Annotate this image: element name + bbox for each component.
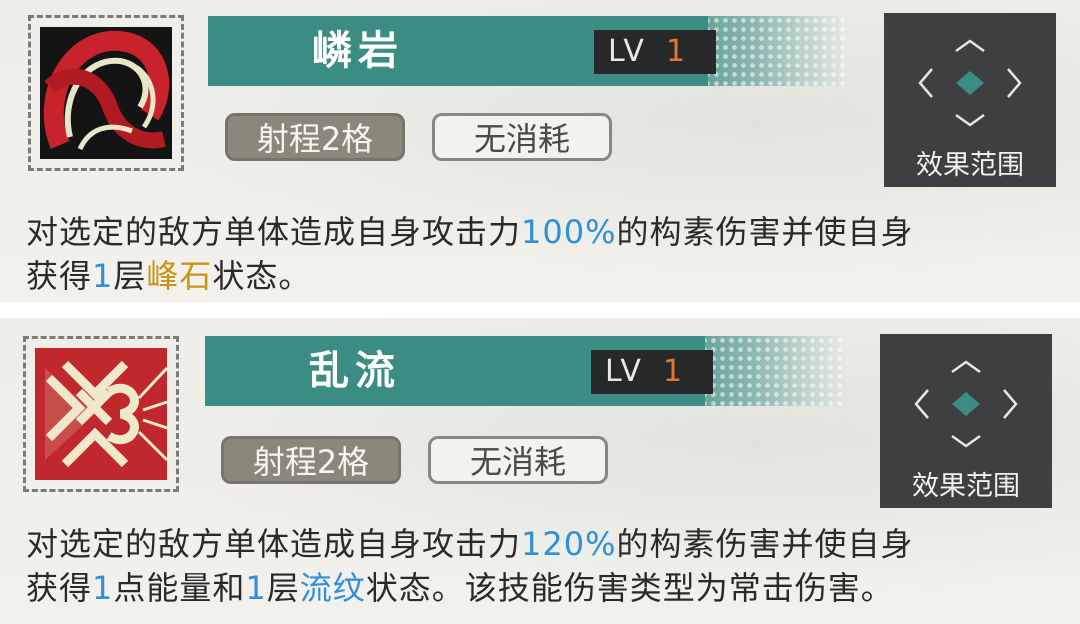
description-line-1: 对选定的敌方单体造成自身攻击力100%的构素伤害并使自身	[26, 213, 914, 251]
cost-tag: 无消耗	[432, 113, 612, 161]
skill-card-1: 嶙岩 LV 1 射程2格 无消耗 效果范围 对选定的敌方单体造成自身攻击力100…	[0, 0, 1080, 302]
skill-name: 乱流	[309, 347, 401, 394]
effect-range-label: 效果范围	[916, 150, 1024, 181]
damage-percent: 120%	[521, 525, 617, 563]
red-swirl-icon	[40, 27, 172, 159]
level-label: LV	[605, 354, 643, 389]
level-badge: LV 1	[591, 350, 713, 394]
description-line-2: 获得1点能量和1层流纹状态。该技能伤害类型为常击伤害。	[26, 569, 894, 607]
skill-description: 对选定的敌方单体造成自身攻击力100%的构素伤害并使自身 获得1层峰石状态。	[26, 210, 1066, 298]
range-diagram-icon	[918, 39, 1022, 127]
skill-name: 嶙岩	[312, 27, 404, 74]
effect-range-label: 效果范围	[912, 471, 1020, 502]
range-tag: 射程2格	[221, 436, 401, 484]
effect-range-button[interactable]: 效果范围	[880, 334, 1052, 508]
description-line-1: 对选定的敌方单体造成自身攻击力120%的构素伤害并使自身	[26, 525, 914, 563]
status-keyword: 峰石	[146, 257, 213, 295]
level-value: 1	[663, 354, 683, 389]
skill-name-banner: 嶙岩 LV 1	[208, 16, 848, 86]
range-tag: 射程2格	[225, 113, 405, 161]
stack-count: 1	[245, 569, 267, 607]
card-divider	[0, 302, 1080, 318]
skill-description: 对选定的敌方单体造成自身攻击力120%的构素伤害并使自身 获得1点能量和1层流纹…	[26, 522, 1066, 610]
effect-range-button[interactable]: 效果范围	[884, 13, 1056, 187]
skill-icon-frame[interactable]	[23, 336, 179, 492]
skill-card-2: 乱流 LV 1 射程2格 无消耗 效果范围 对选定的敌方单体造成自身攻击力120…	[0, 318, 1080, 624]
skill-name-banner: 乱流 LV 1	[205, 336, 845, 406]
cost-tag: 无消耗	[428, 436, 608, 484]
energy-count: 1	[92, 569, 114, 607]
damage-percent: 100%	[521, 213, 617, 251]
level-label: LV	[608, 34, 646, 69]
level-value: 1	[666, 34, 686, 69]
status-keyword: 流纹	[299, 569, 366, 607]
stack-count: 1	[92, 257, 114, 295]
description-line-2: 获得1层峰石状态。	[26, 257, 312, 295]
knot-emblem-icon	[35, 348, 167, 480]
skill-icon-frame[interactable]	[28, 15, 184, 171]
range-diagram-icon	[914, 360, 1018, 448]
level-badge: LV 1	[594, 30, 716, 74]
